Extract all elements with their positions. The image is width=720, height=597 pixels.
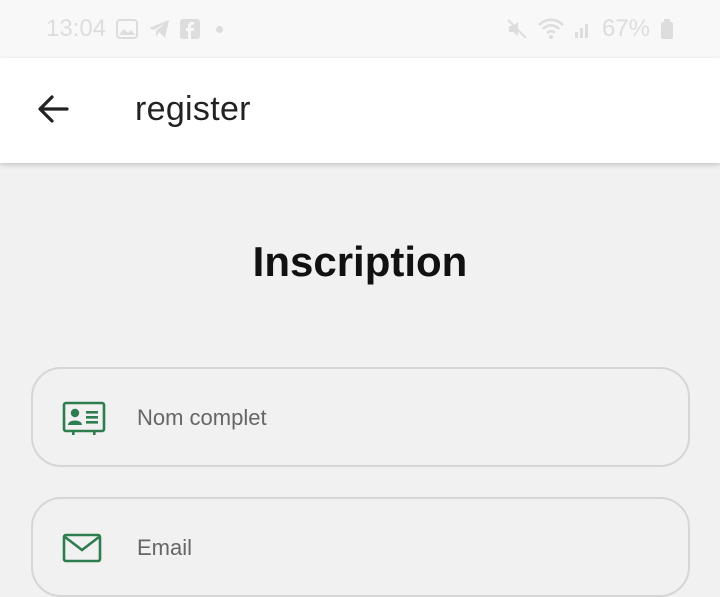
mute-icon — [506, 18, 528, 40]
facebook-icon — [180, 19, 201, 39]
back-button[interactable] — [22, 80, 84, 142]
full-name-field[interactable] — [31, 367, 690, 467]
battery-level: 67% — [601, 15, 650, 42]
id-card-icon — [62, 401, 106, 440]
mail-icon — [62, 531, 106, 570]
status-time: 13:04 — [46, 15, 107, 42]
status-left: 13:04 — [46, 15, 224, 43]
wifi-icon — [538, 18, 564, 40]
telegram-icon — [148, 19, 170, 39]
status-bar: 13:04 67% — [0, 0, 720, 58]
status-right: 67% — [506, 15, 674, 43]
full-name-input[interactable] — [135, 389, 659, 447]
signal-icon — [574, 20, 592, 38]
arrow-left-icon — [36, 92, 70, 131]
app-bar: register — [0, 58, 720, 163]
page-title: register — [135, 90, 251, 128]
gallery-icon — [116, 19, 139, 39]
notification-dot-icon — [216, 25, 224, 33]
email-input[interactable] — [135, 519, 659, 577]
email-field[interactable] — [31, 497, 690, 597]
form-heading: Inscription — [252, 238, 468, 285]
battery-icon — [660, 19, 674, 39]
